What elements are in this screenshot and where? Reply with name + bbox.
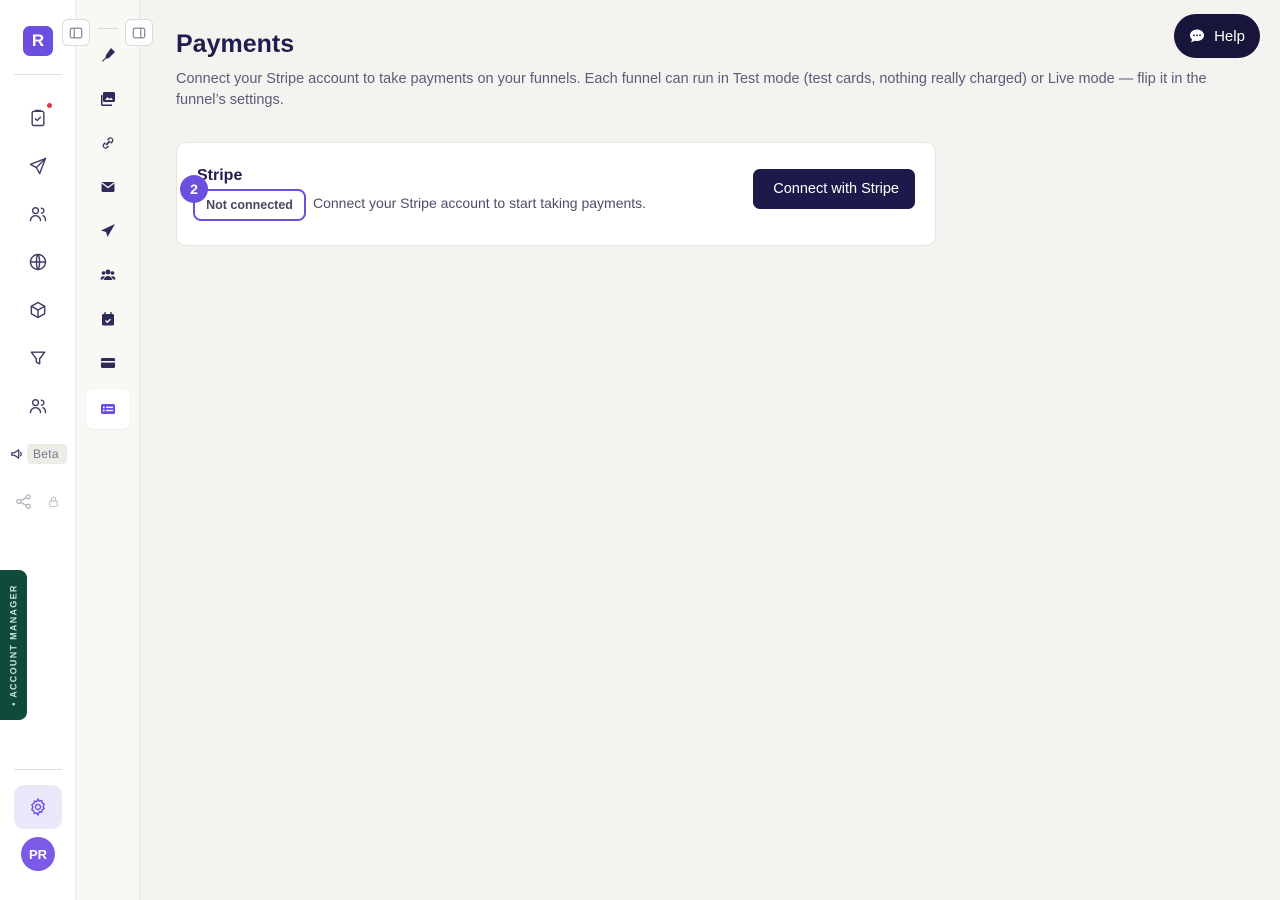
page-title: Payments <box>176 30 295 58</box>
share-icon <box>16 494 31 509</box>
rail-divider <box>14 74 62 75</box>
list-card-icon <box>101 404 115 414</box>
secondary-sidebar <box>76 0 140 900</box>
connect-with-stripe-button[interactable]: Connect with Stripe <box>753 169 915 209</box>
locked-share-item[interactable] <box>14 492 60 511</box>
sidebar-panel-icon <box>69 27 83 38</box>
envelope-icon[interactable] <box>98 177 118 197</box>
globe-icon[interactable] <box>26 250 50 274</box>
payments-nav-item[interactable] <box>86 389 130 429</box>
credit-card-icon[interactable] <box>98 353 118 373</box>
megaphone-icon <box>11 449 22 459</box>
collapse-subnav-button[interactable] <box>125 19 153 46</box>
subrail-divider <box>98 28 118 29</box>
gallery-icon[interactable] <box>98 89 118 109</box>
box-icon[interactable] <box>26 298 50 322</box>
stripe-integration-card: Stripe Not connected 2 Connect your Stri… <box>176 142 936 246</box>
help-label: Help <box>1214 27 1245 45</box>
notification-dot <box>47 103 52 108</box>
stripe-card-subtitle: Connect your Stripe account to start tak… <box>313 195 647 211</box>
help-button[interactable]: Help <box>1174 14 1260 58</box>
account-manager-label: • ACCOUNT MANAGER <box>8 584 19 706</box>
account-manager-tab[interactable]: • ACCOUNT MANAGER <box>0 570 27 720</box>
page-description: Connect your Stripe account to take paym… <box>176 71 1207 108</box>
pen-tool-icon[interactable] <box>98 45 118 65</box>
gear-icon <box>30 797 46 817</box>
sidebar-panel-icon <box>132 27 146 38</box>
rail-divider <box>14 769 62 770</box>
send-icon[interactable] <box>26 154 50 178</box>
link-icon[interactable] <box>98 133 118 153</box>
users-icon[interactable] <box>26 202 50 226</box>
lock-icon <box>49 496 58 507</box>
chat-bubble-icon <box>1190 29 1205 43</box>
filter-icon[interactable] <box>26 346 50 370</box>
status-badge: Not connected <box>193 189 306 221</box>
primary-sidebar: R Beta PR <box>0 0 76 900</box>
collapse-sidebar-button[interactable] <box>62 19 90 46</box>
paper-plane-icon[interactable] <box>98 221 118 241</box>
people-group-icon[interactable] <box>98 265 118 285</box>
step-number-badge: 2 <box>180 175 208 203</box>
beta-badge: Beta <box>27 444 67 464</box>
team-icon[interactable] <box>26 394 50 418</box>
user-avatar[interactable]: PR <box>21 837 55 871</box>
calendar-check-icon[interactable] <box>98 309 118 329</box>
marketing-beta-item[interactable]: Beta <box>10 444 67 464</box>
settings-button[interactable] <box>14 785 62 829</box>
checklist-icon[interactable] <box>26 106 50 130</box>
workspace-logo[interactable]: R <box>23 26 53 56</box>
